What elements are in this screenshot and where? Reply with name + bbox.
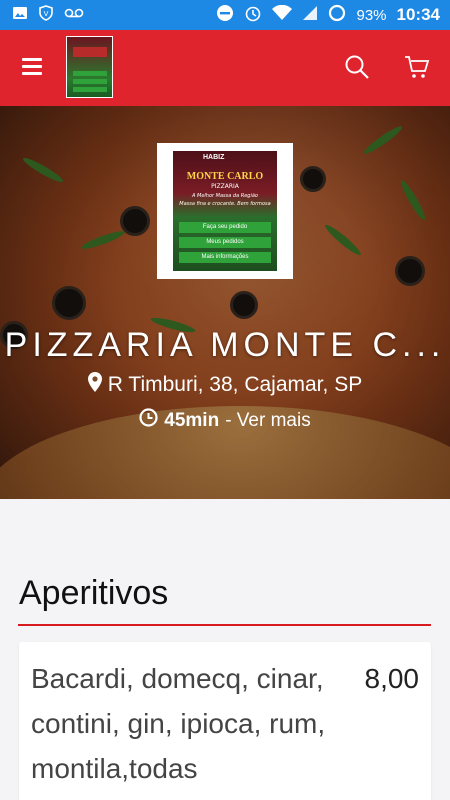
svg-text:V: V xyxy=(44,10,49,18)
logo-subtitle: PIZZARIA xyxy=(211,183,239,190)
dnd-icon xyxy=(216,4,234,26)
see-more-link[interactable]: - Ver mais xyxy=(225,410,311,432)
battery-icon xyxy=(328,4,346,26)
store-logo-thumbnail[interactable] xyxy=(66,36,113,98)
logo-order-label: Faça seu pedido xyxy=(179,222,271,233)
menu-item-price: 8,00 xyxy=(364,663,420,694)
logo-brand: HABIZ xyxy=(203,154,225,161)
status-bar: V 93% 10:34 xyxy=(0,0,450,30)
menu-item-card[interactable]: Bacardi, domecq, cinar, contini, gin, ip… xyxy=(19,642,431,800)
logo-orders-label: Meus pedidos xyxy=(179,237,271,248)
store-address-row: R Timburi, 38, Cajamar, SP xyxy=(0,372,450,398)
clock: 10:34 xyxy=(396,5,440,24)
app-bar xyxy=(0,30,450,106)
delivery-time: 45min xyxy=(164,409,220,431)
delivery-time-row: 45min - Ver mais xyxy=(0,408,450,433)
signal-icon xyxy=(302,5,318,25)
section-title: Aperitivos xyxy=(19,574,169,612)
logo-tagline-2: Massa fina e crocante. Bem formosa xyxy=(179,201,271,207)
search-icon[interactable] xyxy=(344,54,370,80)
voicemail-icon xyxy=(64,5,84,25)
store-name: PIZZARIA MONTE C... xyxy=(4,326,446,364)
section-divider xyxy=(18,624,431,626)
cart-icon[interactable] xyxy=(404,54,430,80)
map-marker-icon xyxy=(87,372,102,398)
store-logo: HABIZ MONTE CARLO PIZZARIA A Melhor Mass… xyxy=(173,151,277,271)
shield-icon: V xyxy=(38,5,54,25)
image-icon xyxy=(12,5,28,25)
store-address: R Timburi, 38, Cajamar, SP xyxy=(107,373,363,396)
logo-tagline: A Melhor Massa da Região xyxy=(192,193,258,199)
logo-name: MONTE CARLO xyxy=(186,171,264,182)
store-logo-card: HABIZ MONTE CARLO PIZZARIA A Melhor Mass… xyxy=(157,143,293,279)
logo-info-label: Mais informações xyxy=(179,252,271,263)
menu-item-name: Bacardi, domecq, cinar, contini, gin, ip… xyxy=(31,663,326,784)
menu-icon[interactable] xyxy=(22,58,42,76)
clock-icon xyxy=(139,408,158,433)
wifi-icon xyxy=(272,4,293,25)
alarm-icon xyxy=(244,4,262,26)
store-hero-banner: HABIZ MONTE CARLO PIZZARIA A Melhor Mass… xyxy=(0,106,450,499)
battery-percent: 93% xyxy=(356,6,387,24)
